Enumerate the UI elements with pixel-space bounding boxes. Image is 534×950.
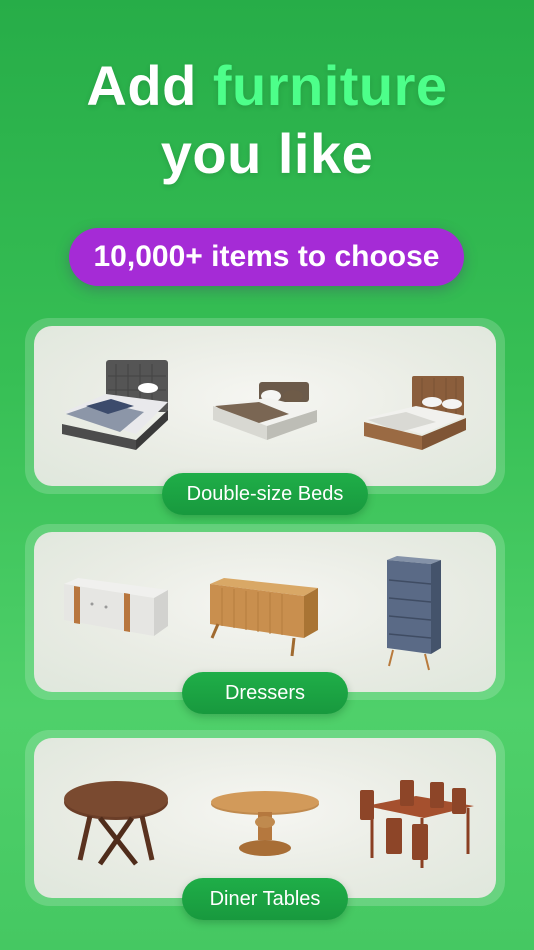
wooden-bed-image: [364, 376, 466, 450]
dressers-card-image: [34, 532, 496, 692]
tables-card-image: [34, 738, 496, 898]
wood-sideboard-image: [210, 578, 318, 657]
white-bed-image: [213, 382, 317, 440]
tables-category-button[interactable]: Diner Tables: [182, 878, 348, 920]
beds-card[interactable]: Double-size Beds: [25, 318, 505, 515]
items-count-badge: 10,000+ items to choose: [69, 228, 464, 286]
tall-blue-dresser-image: [387, 556, 441, 671]
headline-word-furniture: furniture: [212, 54, 448, 117]
beds-category-button[interactable]: Double-size Beds: [162, 473, 368, 515]
headline-word-add: Add: [86, 54, 197, 117]
headline: Add furniture you like: [0, 52, 534, 188]
round-dark-table-image: [64, 781, 168, 866]
dressers-card[interactable]: Dressers: [25, 524, 505, 714]
white-dresser-image: [64, 578, 168, 636]
dining-set-image: [360, 780, 474, 868]
headline-line-2: you like: [160, 122, 374, 185]
beds-card-image: [34, 326, 496, 486]
dressers-category-button[interactable]: Dressers: [182, 672, 348, 714]
grey-bed-image: [62, 360, 168, 450]
oval-pedestal-table-image: [211, 791, 319, 856]
tables-card[interactable]: Diner Tables: [25, 730, 505, 920]
